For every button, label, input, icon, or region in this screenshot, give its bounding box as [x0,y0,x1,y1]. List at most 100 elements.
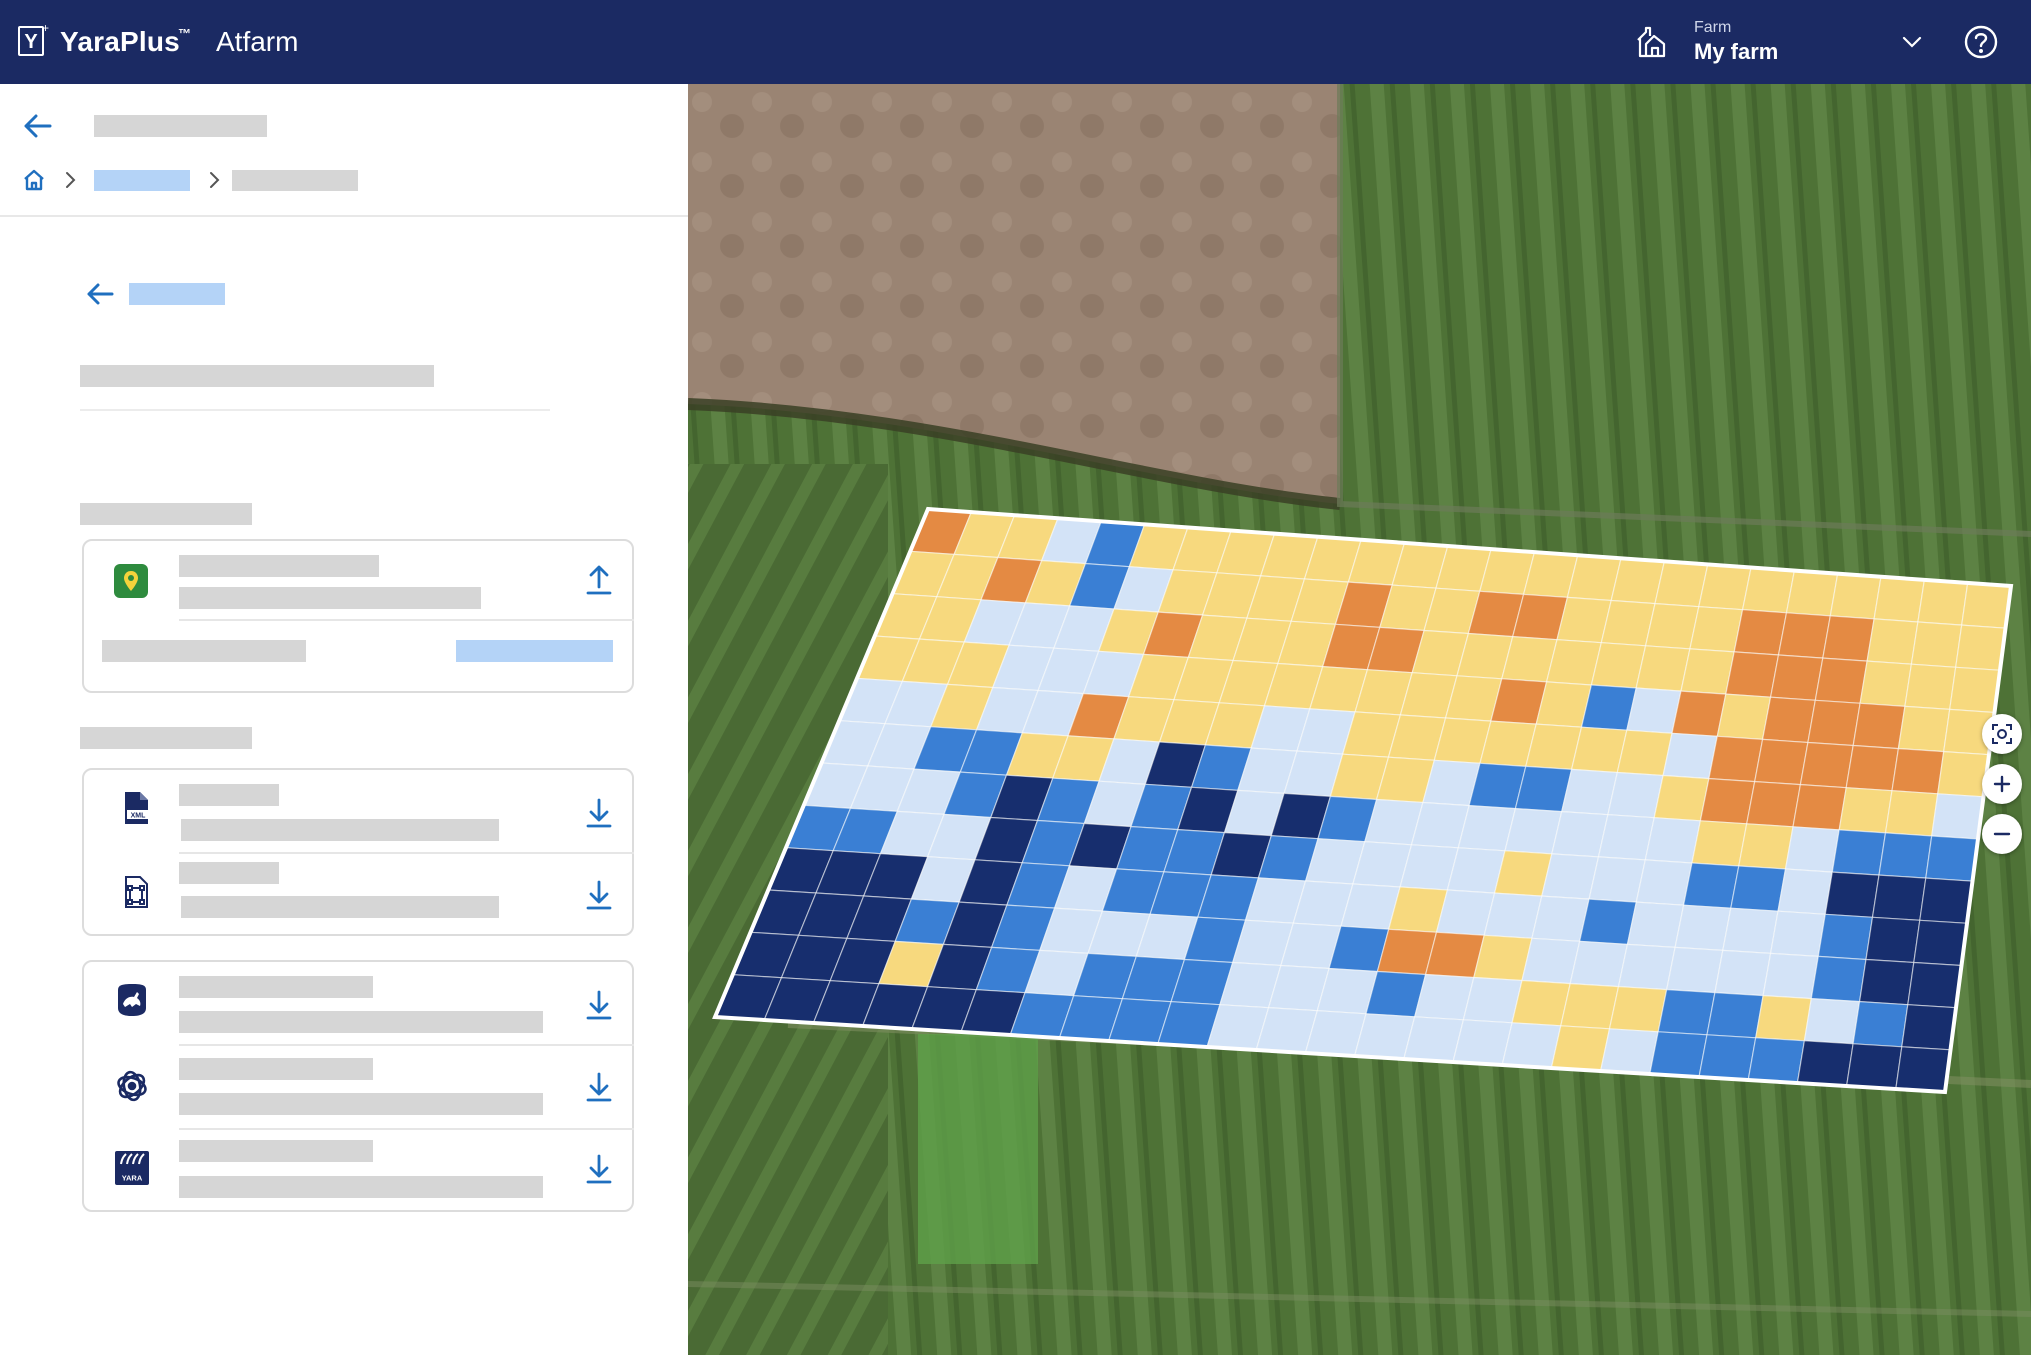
list-item[interactable] [84,1046,632,1128]
provider-subtitle-placeholder [179,1093,543,1115]
zone-cell [1626,901,1685,949]
farm-selector[interactable]: My farm [1694,39,1778,65]
download-icon[interactable] [586,1152,612,1184]
zone-cell [1689,606,1744,653]
svg-text:YARA: YARA [122,1174,143,1183]
brand-name[interactable]: YaraPlus [60,24,180,60]
format-title-placeholder [179,862,279,884]
zone-cell [1891,747,1945,795]
upload-icon[interactable] [586,563,612,595]
zone-cell [1501,1022,1562,1069]
list-item[interactable] [84,854,632,934]
zone-cell [1569,940,1629,988]
chevron-right-icon [66,172,76,188]
zone-cell [1822,615,1875,662]
chevron-down-icon[interactable] [1900,30,1924,54]
provider-title-placeholder [179,1058,373,1080]
zone-cell [1895,1046,1952,1092]
zone-cell [1617,943,1676,991]
yara-icon: YARA [115,1151,149,1185]
zone-cell [1671,690,1727,737]
zone-cell [1852,1000,1909,1048]
provider-subtitle-placeholder [179,1011,543,1033]
back-link-placeholder[interactable] [129,283,225,305]
zone-cell [1901,1004,1957,1051]
logo-plus-mark: + [41,21,49,35]
zone-cell [1698,563,1752,611]
zone-cell [1762,952,1820,1000]
zone-cell [1799,741,1854,789]
zone-cell [1913,919,1968,967]
zone-cell [1858,958,1915,1006]
zone-cell [1698,1034,1757,1081]
zone-cell [1777,868,1834,915]
zoom-in-button[interactable] [1982,764,2022,804]
format-subtitle-placeholder [181,896,499,918]
download-icon[interactable] [586,796,612,828]
download-icon[interactable] [586,878,612,910]
brand-trademark: ™ [178,26,191,41]
xml-file-icon: XML [125,792,149,824]
list-item[interactable] [84,962,632,1044]
zone-cell [1931,793,1985,840]
zone-cell [1884,790,1939,837]
zone-cell [1838,787,1893,834]
format-title-placeholder [179,784,279,806]
zone-cell [1531,895,1590,942]
upload-title-placeholder [179,555,379,577]
zone-cell [1521,937,1581,985]
zone-cell [1814,657,1868,704]
trimble-icon [117,1070,147,1102]
zone-cell [1691,820,1748,867]
zone-cell [1578,898,1638,946]
file-format-card: XML [82,768,634,936]
zone-cell [1738,823,1794,870]
provider-subtitle-placeholder [179,1176,543,1198]
machinery-export-card: YARA [82,960,634,1212]
zone-cell [1665,946,1724,994]
upload-link-placeholder[interactable] [456,640,613,662]
home-icon[interactable] [22,168,46,192]
download-icon[interactable] [586,1070,612,1102]
zone-cell [1865,916,1921,964]
arrow-left-icon[interactable] [20,111,58,141]
help-icon[interactable] [1963,24,1999,60]
zone-cell [1733,609,1788,656]
download-icon[interactable] [586,988,612,1020]
breadcrumb-link-placeholder[interactable] [94,170,190,191]
breadcrumb-current-placeholder [232,170,358,191]
zoom-out-icon [1993,832,2011,836]
arrow-left-icon[interactable] [84,280,118,308]
upload-section-heading-placeholder [80,503,252,525]
zone-cell [1730,865,1787,912]
download-section-heading-placeholder [80,727,252,749]
farm-house-icon[interactable] [1634,24,1670,60]
zone-cell [1845,744,1900,792]
zone-cell [1949,666,2001,714]
zone-cell [1653,774,1710,822]
zone-cell [1607,771,1664,819]
zone-cell [1511,979,1571,1027]
zone-cell [1907,961,1963,1009]
john-deere-icon [118,984,146,1016]
zone-cell [1904,663,1957,711]
side-panel: XML YARA [0,84,688,1355]
provider-title-placeholder [179,976,373,998]
zone-cell [1955,624,2007,671]
zone-cell [1807,699,1861,747]
zone-cell [1649,1031,1708,1078]
recenter-icon [1992,724,2012,744]
zoom-in-icon [1993,775,2011,793]
field-map[interactable] [688,84,2031,1355]
list-item[interactable]: XML [84,770,632,852]
svg-text:XML: XML [131,813,147,820]
recenter-button[interactable] [1982,714,2022,754]
zone-cell [1817,913,1874,961]
zone-cell [1716,693,1772,741]
zone-cell [1699,777,1756,825]
zone-cell [1674,904,1732,952]
zoom-out-button[interactable] [1982,814,2022,854]
zone-cell [1796,1040,1854,1087]
list-item[interactable]: YARA [84,1130,632,1210]
yara-logo-icon[interactable]: Y + [18,22,49,56]
